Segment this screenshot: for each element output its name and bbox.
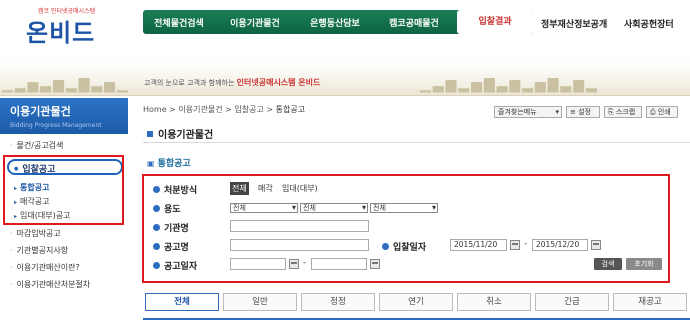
tab-general[interactable]: 일반	[223, 293, 297, 311]
favorite-menu-label: 즐겨찾는메뉴	[498, 108, 537, 116]
gear-icon: ≡	[570, 108, 576, 116]
skyline-decoration-right: ▁▃▆▂▅▇▃▆▂▅▇▃▆▂	[420, 77, 599, 93]
tab-postpone[interactable]: 연기	[379, 293, 453, 311]
scrap-button[interactable]: ⎘ 스크랩	[604, 106, 642, 118]
banner: ▁▂▅▃▆▂▇▃▅▁ ▁▃▆▂▅▇▃▆▂▅▇▃▆▂ 고객의 눈으로 고객과 함께…	[0, 60, 690, 96]
sidebar: 이용기관물건 Bidding Progress Management 물건/공고…	[0, 98, 128, 320]
highlight-box-left	[3, 155, 124, 225]
gnb-all-items[interactable]: 전체물건검색	[143, 16, 215, 29]
favorite-menu-select[interactable]: 즐겨찾는메뉴 ▾	[494, 106, 562, 118]
gnb-agency-items[interactable]: 이용기관물건	[215, 16, 295, 29]
print-label: 인쇄	[657, 108, 671, 116]
gnb-bid-results[interactable]: 입찰결과	[457, 10, 533, 34]
onbid-logo[interactable]: 캠코 인터넷공매시스템 온비드	[26, 6, 106, 47]
print-button[interactable]: ⎙ 인쇄	[646, 106, 678, 118]
scrap-label: 스크랩	[615, 108, 636, 116]
tab-all[interactable]: 전체	[145, 293, 219, 311]
tab-correction[interactable]: 정정	[301, 293, 375, 311]
chevron-down-icon: ▾	[555, 108, 559, 116]
gnb-kamco-items[interactable]: 캠코공매물건	[375, 16, 453, 29]
banner-highlight: 인터넷공매시스템 온비드	[236, 78, 321, 87]
sidebar-subtitle: Bidding Progress Management	[10, 122, 102, 129]
sidebar-title: 이용기관물건	[10, 105, 71, 118]
notice-type-tabs: 전체 일반 정정 연기 취소 긴급 재공고	[143, 293, 690, 320]
banner-slogan: 고객의 눈으로 고객과 함께하는 인터넷공매시스템 온비드	[144, 77, 320, 88]
gnb-social-market[interactable]: 사회공헌장터	[624, 17, 674, 30]
gnb-bank-collateral[interactable]: 은행동산담보	[295, 16, 375, 29]
page-title: 이용기관물건	[147, 126, 213, 141]
gnb-gov-property[interactable]: 정부재산정보공개	[541, 17, 607, 30]
logo-title: 온비드	[26, 19, 96, 47]
sidebar-item-closing[interactable]: 마감임박공고	[10, 228, 61, 239]
breadcrumb-home[interactable]: Home	[143, 105, 167, 114]
tab-cancel[interactable]: 취소	[457, 293, 531, 311]
global-nav: 전체물건검색 이용기관물건 은행동산담보 캠코공매물건 입찰결과	[143, 10, 533, 34]
highlight-box-right	[142, 174, 670, 283]
settings-button[interactable]: ≡ 설정	[566, 106, 600, 118]
sidebar-header: 이용기관물건 Bidding Progress Management	[0, 98, 128, 134]
sidebar-item-search[interactable]: 물건/공고검색	[10, 140, 64, 151]
settings-label: 설정	[578, 108, 591, 116]
scrap-icon: ⎘	[608, 108, 614, 116]
header: 캠코 인터넷공매시스템 온비드 전체물건검색 이용기관물건 은행동산담보 캠코공…	[0, 0, 690, 47]
divider	[143, 142, 690, 143]
tab-urgent[interactable]: 긴급	[535, 293, 609, 311]
tab-renotice[interactable]: 재공고	[613, 293, 687, 311]
banner-text: 고객의 눈으로 고객과 함께하는	[144, 79, 235, 87]
breadcrumb-2[interactable]: 입찰공고	[234, 105, 263, 114]
sidebar-item-procedure[interactable]: 이용기관매산처분절차	[10, 279, 91, 290]
breadcrumb-current: 통합공고	[275, 105, 306, 114]
print-icon: ⎙	[650, 108, 656, 116]
section-title: 통합공고	[147, 156, 191, 169]
breadcrumb: Home > 이용기관물건 > 입찰공고 > 통합공고	[143, 105, 306, 114]
breadcrumb-1[interactable]: 이용기관물건	[178, 105, 222, 114]
skyline-decoration: ▁▂▅▃▆▂▇▃▅▁	[2, 77, 130, 93]
sidebar-item-about[interactable]: 이용기관매산이란?	[10, 262, 80, 273]
sidebar-item-notices[interactable]: 기관별공지사항	[10, 245, 69, 256]
